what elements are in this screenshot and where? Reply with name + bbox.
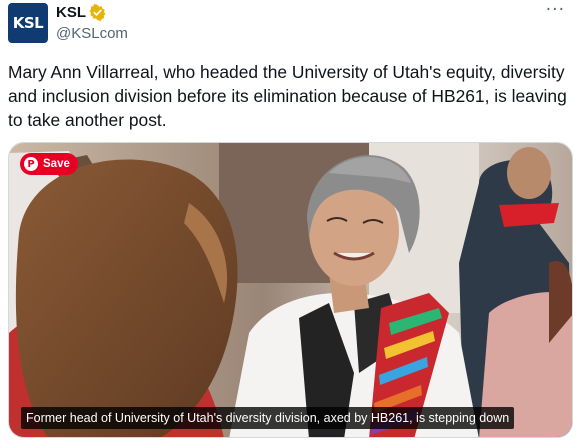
- tweet-text: Mary Ann Villarreal, who headed the Univ…: [8, 62, 567, 130]
- avatar-logo-text: KSL: [12, 14, 44, 32]
- pinterest-icon: P: [24, 157, 38, 171]
- image-caption: Former head of University of Utah's dive…: [21, 407, 515, 429]
- tweet-media[interactable]: P Save Former head of University of Utah…: [8, 142, 573, 438]
- more-options-icon[interactable]: ···: [546, 0, 565, 20]
- avatar[interactable]: KSL: [8, 3, 48, 43]
- save-button-label: Save: [43, 158, 70, 170]
- tweet-header: KSL KSL @KSLcom ···: [8, 0, 571, 45]
- author-name-row: KSL: [56, 4, 106, 21]
- author-handle[interactable]: @KSLcom: [56, 25, 128, 42]
- verified-badge-icon: [89, 4, 106, 21]
- news-photo: [9, 143, 572, 437]
- pinterest-save-button[interactable]: P Save: [20, 153, 78, 175]
- author-display-name[interactable]: KSL: [56, 4, 86, 21]
